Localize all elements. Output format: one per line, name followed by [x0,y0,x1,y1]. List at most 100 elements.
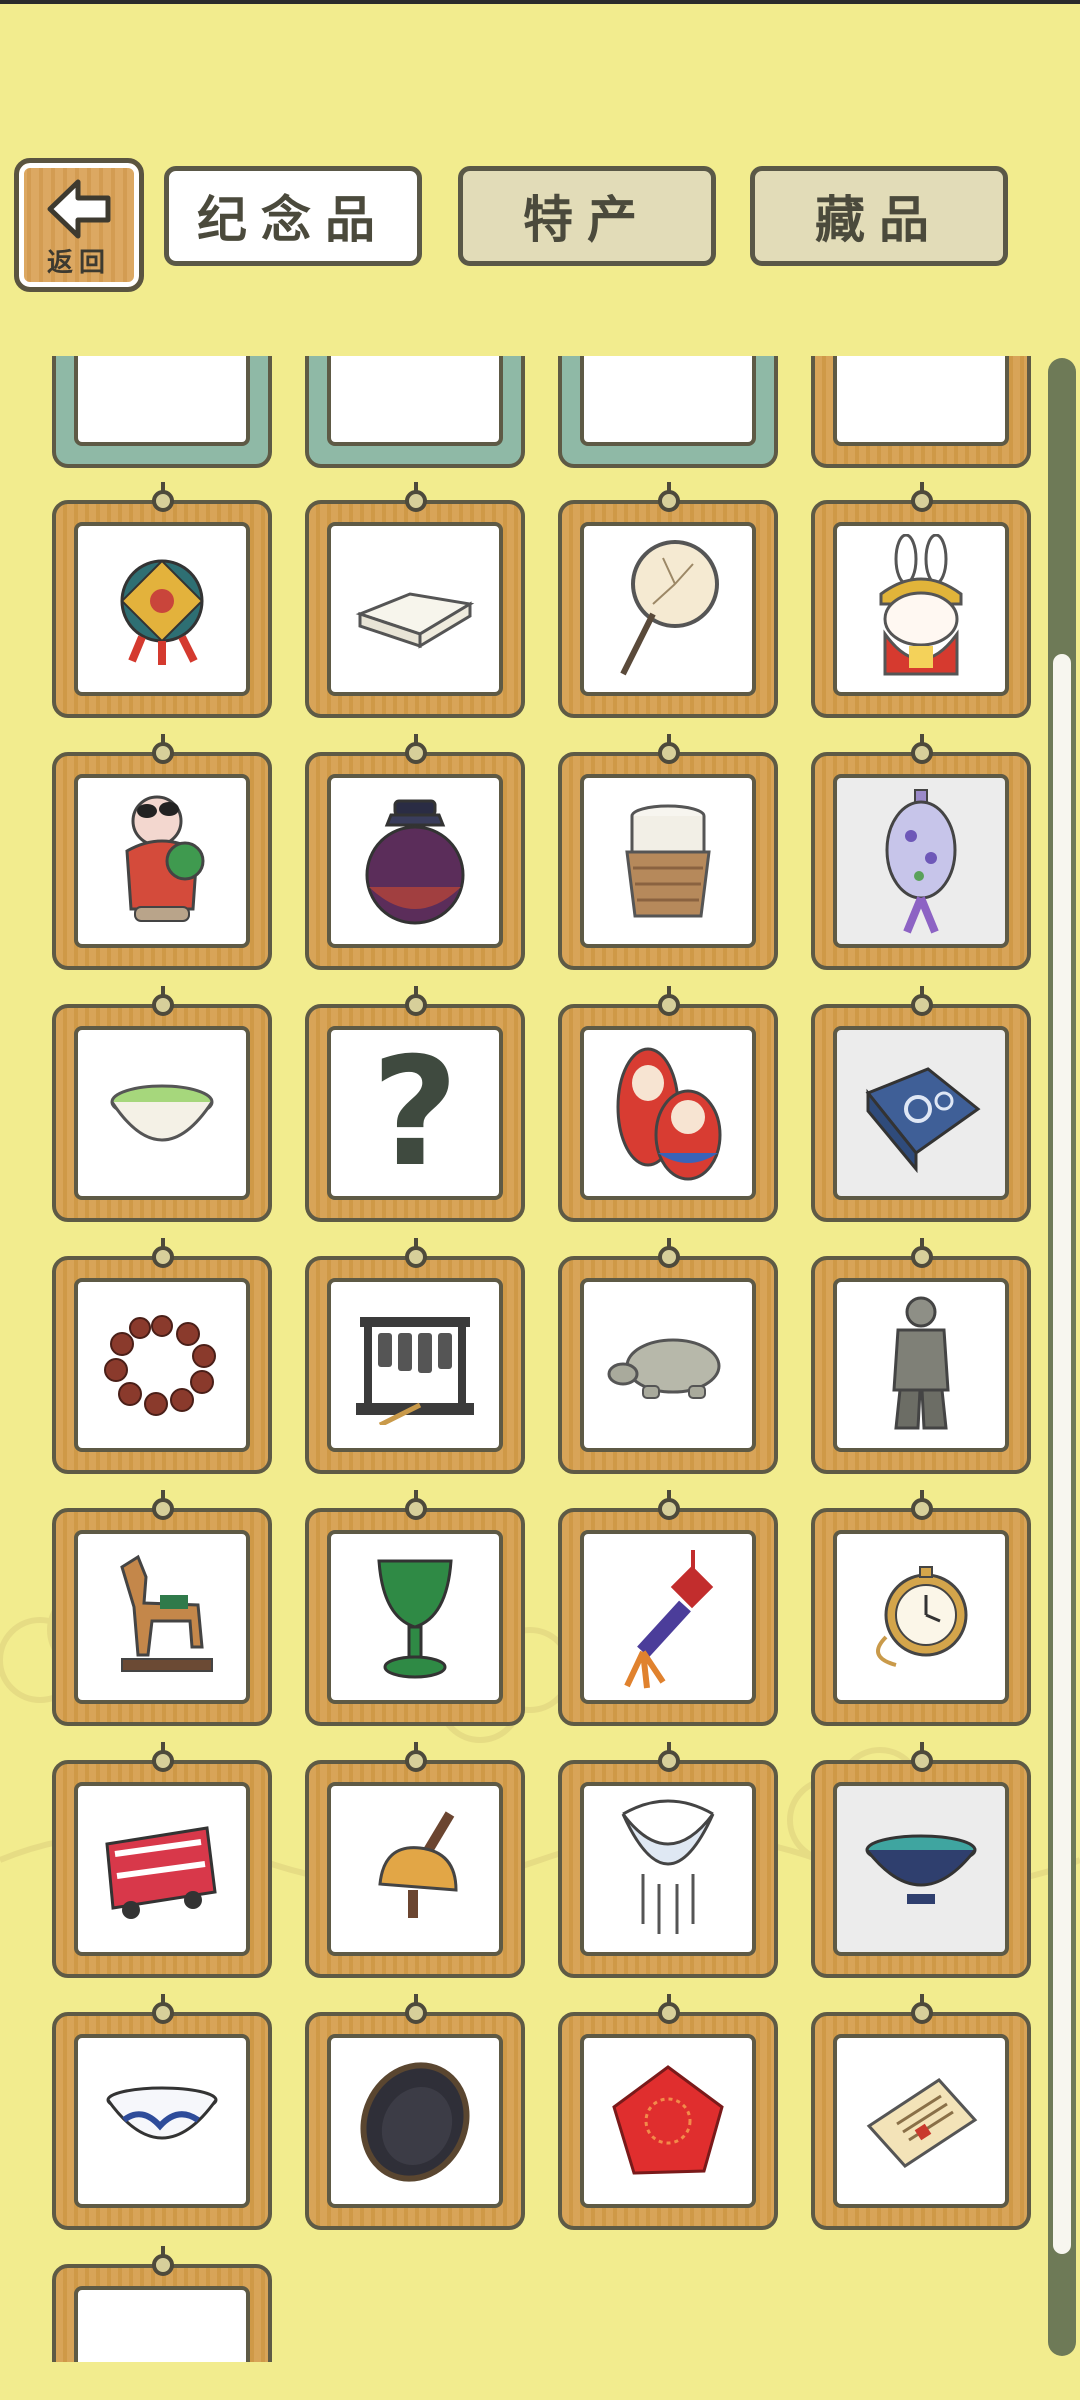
back-arrow-icon [47,179,111,238]
item-card-ink-stone[interactable] [305,1994,525,2230]
tea-bowl-icon [865,1834,977,1904]
item-card-clay-figurine[interactable] [52,734,272,970]
hook-icon [405,1742,427,1772]
item-card-stone-turtle[interactable] [558,1238,778,1474]
hook-icon [658,1994,680,2024]
item-card-matcha-bowl[interactable] [52,986,272,1222]
certificate-icon [866,2078,978,2168]
tang-horse-icon [120,1554,213,1672]
hook-icon [658,1238,680,1268]
item-card-unknown[interactable]: ? [305,356,525,468]
item-card-tang-horse[interactable] [52,1490,272,1726]
item-card-bell-rattle[interactable] [305,1742,525,1978]
bell-rattle-icon [378,1811,458,1918]
chime-bells-icon [356,1317,474,1425]
hook-icon [658,986,680,1016]
hook-icon [405,1238,427,1268]
double-decker-bus-icon [105,1826,217,1919]
hook-icon [911,1994,933,2024]
item-card-unknown[interactable]: ? [811,356,1031,468]
item-card-blue-white-bowl[interactable] [52,1994,272,2230]
hook-icon [152,1238,174,1268]
hook-icon [152,482,174,512]
hook-icon [658,734,680,764]
tab-specialties[interactable]: 特产 [458,166,716,266]
back-button[interactable]: 返回 [14,158,144,292]
item-card-unknown[interactable]: ? [52,356,272,468]
round-fan-icon [620,540,719,676]
matcha-bowl-icon [110,1084,214,1142]
hook-icon [152,734,174,764]
terracotta-warrior-icon [892,1296,950,1430]
unknown-item-mark: ? [380,356,450,374]
item-card-red-handkerchief[interactable] [558,1994,778,2230]
unknown-item-mark: ? [886,356,956,374]
item-card-ceramic-jar[interactable] [305,734,525,970]
unknown-item-mark: ? [633,356,703,374]
status-strip [0,0,1080,4]
hook-icon [405,482,427,512]
hook-icon [911,1238,933,1268]
hook-icon [152,2246,174,2276]
hook-icon [405,1490,427,1520]
silver-necklace-icon [621,1799,715,1934]
item-card-folded-cloth[interactable] [305,482,525,718]
item-card-woven-cup[interactable] [558,734,778,970]
red-handkerchief-icon [612,2065,724,2175]
unknown-item-mark: ? [127,356,197,374]
hook-icon [658,1490,680,1520]
collection-grid: ? ? ? ? [0,356,1080,2362]
item-card-terracotta-warrior[interactable] [811,1238,1031,1474]
hook-icon [911,734,933,764]
item-card-temari-ball[interactable] [52,482,272,718]
jade-goblet-icon [377,1559,453,1679]
rabbit-doll-icon [879,534,963,676]
hook-icon [911,1490,933,1520]
item-card-matryoshka-dolls[interactable] [558,986,778,1222]
item-card-chime-bells[interactable] [305,1238,525,1474]
lantern-ornament-icon [885,789,957,934]
prayer-beads-icon [104,1315,216,1416]
temari-ball-icon [120,559,204,665]
ceramic-jar-icon [365,799,465,925]
tab-souvenirs[interactable]: 纪念品 [164,166,422,266]
hook-icon [152,986,174,1016]
item-card-prayer-beads[interactable] [52,1238,272,1474]
item-card-silver-necklace[interactable] [558,1742,778,1978]
hook-icon [911,482,933,512]
scrollbar-thumb[interactable] [1053,654,1071,2254]
hook-icon [911,1742,933,1772]
matryoshka-dolls-icon [616,1047,722,1181]
item-card-double-decker-bus[interactable] [52,1742,272,1978]
woven-cup-icon [625,804,711,918]
item-card-pocket-watch[interactable] [811,1490,1031,1726]
folded-cloth-icon [355,592,475,649]
hook-icon [152,1994,174,2024]
item-card-rabbit-doll[interactable] [811,482,1031,718]
ink-stone-icon [360,2062,470,2182]
hook-icon [405,986,427,1016]
item-card-round-fan[interactable] [558,482,778,718]
scrollbar-track[interactable] [1048,358,1076,2356]
item-card-blue-fabric[interactable] [811,986,1031,1222]
clay-figurine-icon [125,795,205,922]
chinese-knot-icon [624,1550,714,1689]
item-card-lantern-ornament[interactable] [811,734,1031,970]
item-card-chinese-knot[interactable] [558,1490,778,1726]
item-card-unknown[interactable]: ? [558,356,778,468]
tab-collections[interactable]: 藏品 [750,166,1008,266]
unknown-item-mark: ? [118,2353,205,2362]
hook-icon [911,986,933,1016]
stone-turtle-icon [607,1338,721,1399]
back-label: 返回 [46,247,111,278]
item-card-unknown[interactable]: ? [305,986,525,1222]
blue-white-bowl-icon [106,2086,218,2140]
item-card-jade-goblet[interactable] [305,1490,525,1726]
item-card-unknown[interactable]: ? [52,2246,272,2362]
blue-fabric-icon [865,1067,981,1173]
item-card-certificate[interactable] [811,1994,1031,2230]
hook-icon [152,1742,174,1772]
hook-icon [658,1742,680,1772]
item-card-tea-bowl[interactable] [811,1742,1031,1978]
hook-icon [405,734,427,764]
